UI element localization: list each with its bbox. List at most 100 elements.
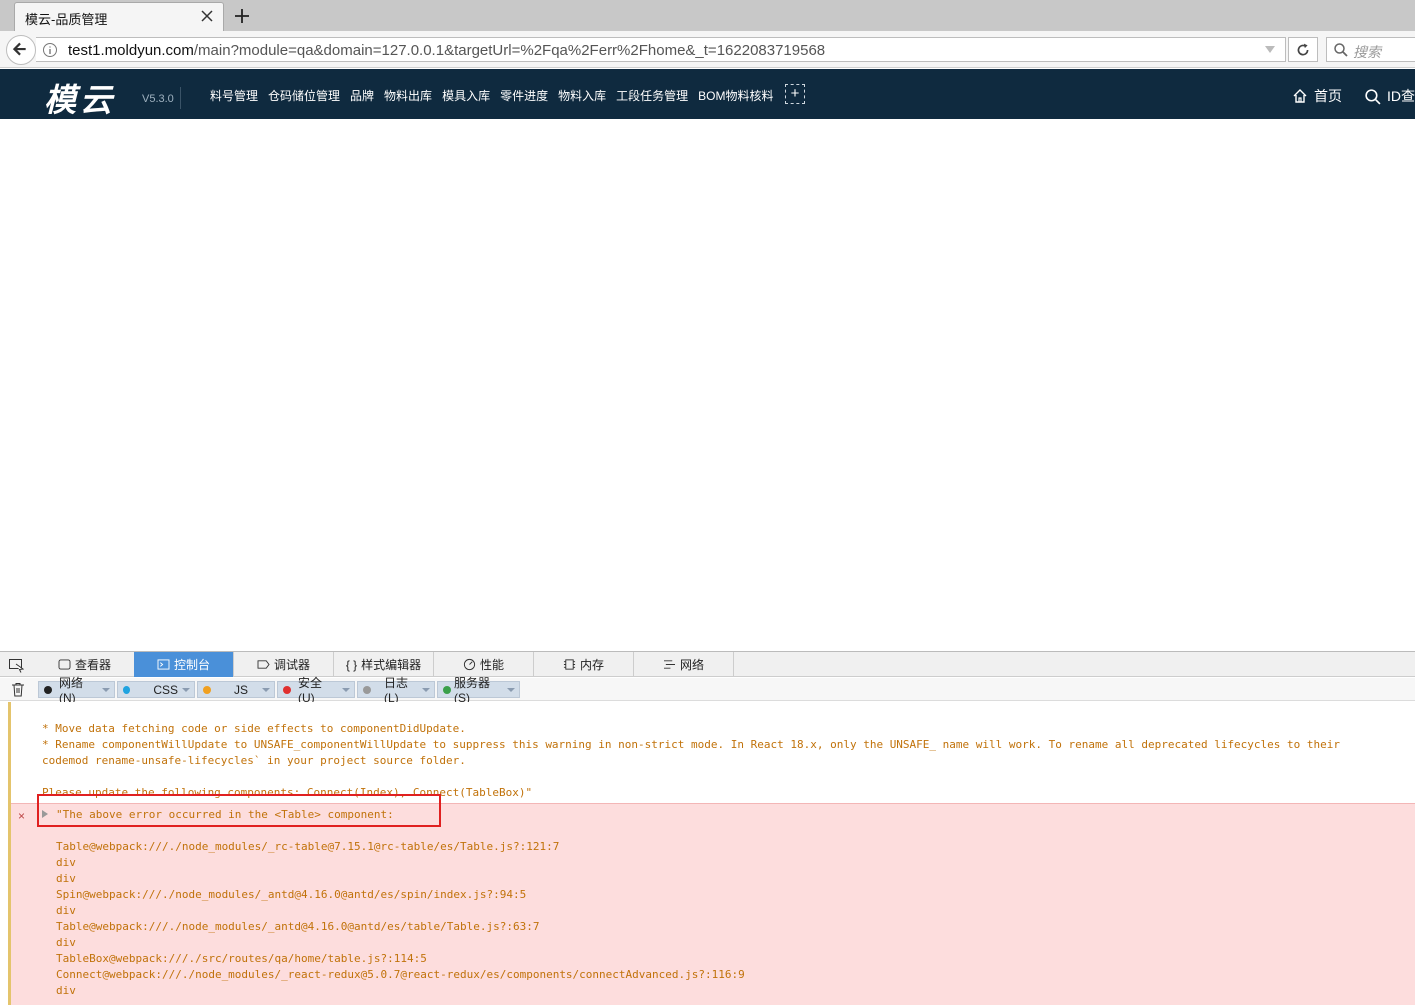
chevron-down-icon[interactable] xyxy=(262,687,270,692)
filter-network[interactable]: 网络(N) xyxy=(38,676,115,705)
stack-line: Spin@webpack:///./node_modules/_antd@4.1… xyxy=(56,888,527,901)
filter-label: 服务器(S) xyxy=(454,676,491,705)
error-message[interactable]: × "The above error occurred in the <Tabl… xyxy=(11,803,1415,1005)
tab-network[interactable]: 网络 xyxy=(634,652,734,677)
search-bar[interactable]: 搜索 xyxy=(1326,37,1415,62)
status-dot xyxy=(443,685,451,694)
close-icon[interactable] xyxy=(199,8,215,24)
home-icon xyxy=(1293,89,1307,103)
url-host: test1.moldyun.com xyxy=(68,42,194,59)
chevron-down-icon[interactable] xyxy=(342,687,350,692)
devtools-panel: 查看器 控制台 调试器 { } 样式编辑器 性能 内存 网络 网络(N) CSS… xyxy=(0,651,1415,1005)
menu-item[interactable]: 仓码储位管理 xyxy=(268,87,340,104)
filter-label: 日志(L) xyxy=(384,676,409,705)
tab-label: 控制台 xyxy=(173,658,210,672)
filter-label: 安全(U) xyxy=(298,676,323,705)
browser-tab[interactable]: 模云-品质管理 xyxy=(14,2,224,31)
stack-line: div xyxy=(56,984,76,997)
divider xyxy=(180,87,181,109)
chevron-down-icon[interactable] xyxy=(1265,46,1275,54)
tab-label: 内存 xyxy=(579,658,604,672)
tab-label: 样式编辑器 xyxy=(361,658,422,672)
stack-line: Connect@webpack:///./node_modules/_react… xyxy=(56,968,745,981)
search-icon xyxy=(1334,43,1348,57)
stack-line: TableBox@webpack:///./src/routes/qa/home… xyxy=(56,952,427,965)
performance-icon xyxy=(463,658,476,671)
element-picker-icon[interactable] xyxy=(8,657,24,673)
trash-icon[interactable] xyxy=(11,682,25,697)
status-dot xyxy=(203,685,211,694)
filter-server[interactable]: 服务器(S) xyxy=(437,676,520,705)
info-icon[interactable] xyxy=(42,42,58,58)
menu-item[interactable]: 品牌 xyxy=(350,87,374,104)
filter-label: 网络(N) xyxy=(59,676,84,705)
chevron-down-icon[interactable] xyxy=(182,687,190,692)
stack-line: Table@webpack:///./node_modules/_rc-tabl… xyxy=(56,840,560,853)
warning-line: codemod rename-unsafe-lifecycles` in you… xyxy=(42,754,466,767)
home-link[interactable]: 首页 xyxy=(1292,86,1342,106)
annotation-highlight-box xyxy=(37,794,441,827)
new-tab-icon[interactable] xyxy=(232,6,252,26)
warning-line: * Rename componentWillUpdate to UNSAFE_c… xyxy=(42,738,1341,751)
version-label: V5.3.0 xyxy=(142,93,174,105)
console-output: * Move data fetching code or side effect… xyxy=(0,702,1415,1005)
id-search-label: ID查 xyxy=(1387,88,1415,104)
url-path: /main?module=qa&domain=127.0.0.1&targetU… xyxy=(193,42,826,59)
error-icon: × xyxy=(18,809,26,823)
reload-button[interactable] xyxy=(1288,37,1318,62)
filter-log[interactable]: 日志(L) xyxy=(357,676,435,705)
tab-label: 网络 xyxy=(679,658,704,672)
warning-message: * Move data fetching code or side effect… xyxy=(0,702,1415,803)
menu-item[interactable]: BOM物料核料 xyxy=(698,87,773,104)
navigation-bar: test1.moldyun.com/main?module=qa&domain=… xyxy=(0,31,1415,68)
network-icon xyxy=(663,660,675,669)
add-menu-button[interactable]: + xyxy=(785,84,805,104)
status-dot xyxy=(123,685,131,694)
filter-js[interactable]: JS xyxy=(197,681,275,698)
memory-icon xyxy=(563,659,576,670)
logo[interactable]: 模云 xyxy=(44,75,116,121)
filter-security[interactable]: 安全(U) xyxy=(277,676,355,705)
tab-label: 性能 xyxy=(479,658,504,672)
debugger-icon xyxy=(257,660,270,669)
id-search-link[interactable]: ID查 xyxy=(1364,86,1415,106)
browser-tab-strip: 模云-品质管理 xyxy=(0,0,1415,31)
filter-label: CSS xyxy=(153,682,178,697)
tab-memory[interactable]: 内存 xyxy=(534,652,634,677)
menu-item[interactable]: 零件进度 xyxy=(500,87,548,104)
home-label: 首页 xyxy=(1314,88,1342,104)
chevron-down-icon[interactable] xyxy=(422,687,430,692)
reload-icon xyxy=(1297,43,1309,56)
menu-item[interactable]: 物料入库 xyxy=(558,87,606,104)
main-menu: 料号管理 仓码储位管理 品牌 物料出库 模具入库 零件进度 物料入库 工段任务管… xyxy=(210,87,783,104)
menu-item[interactable]: 料号管理 xyxy=(210,87,258,104)
back-button[interactable] xyxy=(6,35,36,65)
url-bar[interactable]: test1.moldyun.com/main?module=qa&domain=… xyxy=(36,37,1286,62)
stack-line: div xyxy=(56,936,76,949)
devtools-tabs: 查看器 控制台 调试器 { } 样式编辑器 性能 内存 网络 xyxy=(0,652,1415,677)
style-editor-icon: { } xyxy=(345,657,358,672)
status-dot xyxy=(363,685,371,694)
search-icon xyxy=(1365,88,1381,105)
filter-css[interactable]: CSS xyxy=(117,681,195,698)
status-dot xyxy=(44,685,52,694)
app-header: 模云 V5.3.0 料号管理 仓码储位管理 品牌 物料出库 模具入库 零件进度 … xyxy=(0,69,1415,119)
menu-item[interactable]: 物料出库 xyxy=(384,87,432,104)
inspector-icon xyxy=(58,659,71,670)
warning-line: * Move data fetching code or side effect… xyxy=(42,722,466,735)
tab-console[interactable]: 控制台 xyxy=(134,652,234,677)
menu-item[interactable]: 模具入库 xyxy=(442,87,490,104)
chevron-down-icon[interactable] xyxy=(507,687,515,692)
status-dot xyxy=(283,685,291,694)
tab-label: 查看器 xyxy=(74,658,111,672)
url-text: test1.moldyun.com/main?module=qa&domain=… xyxy=(68,42,825,59)
search-placeholder: 搜索 xyxy=(1353,44,1381,60)
console-icon xyxy=(157,659,170,670)
chevron-down-icon[interactable] xyxy=(102,687,110,692)
console-filter-bar: 网络(N) CSS JS 安全(U) 日志(L) 服务器(S) xyxy=(0,676,1415,705)
tab-title: 模云-品质管理 xyxy=(25,12,108,27)
back-arrow-icon xyxy=(12,42,26,56)
stack-line: div xyxy=(56,904,76,917)
menu-item[interactable]: 工段任务管理 xyxy=(616,87,688,104)
stack-line: Table@webpack:///./node_modules/_antd@4.… xyxy=(56,920,540,933)
